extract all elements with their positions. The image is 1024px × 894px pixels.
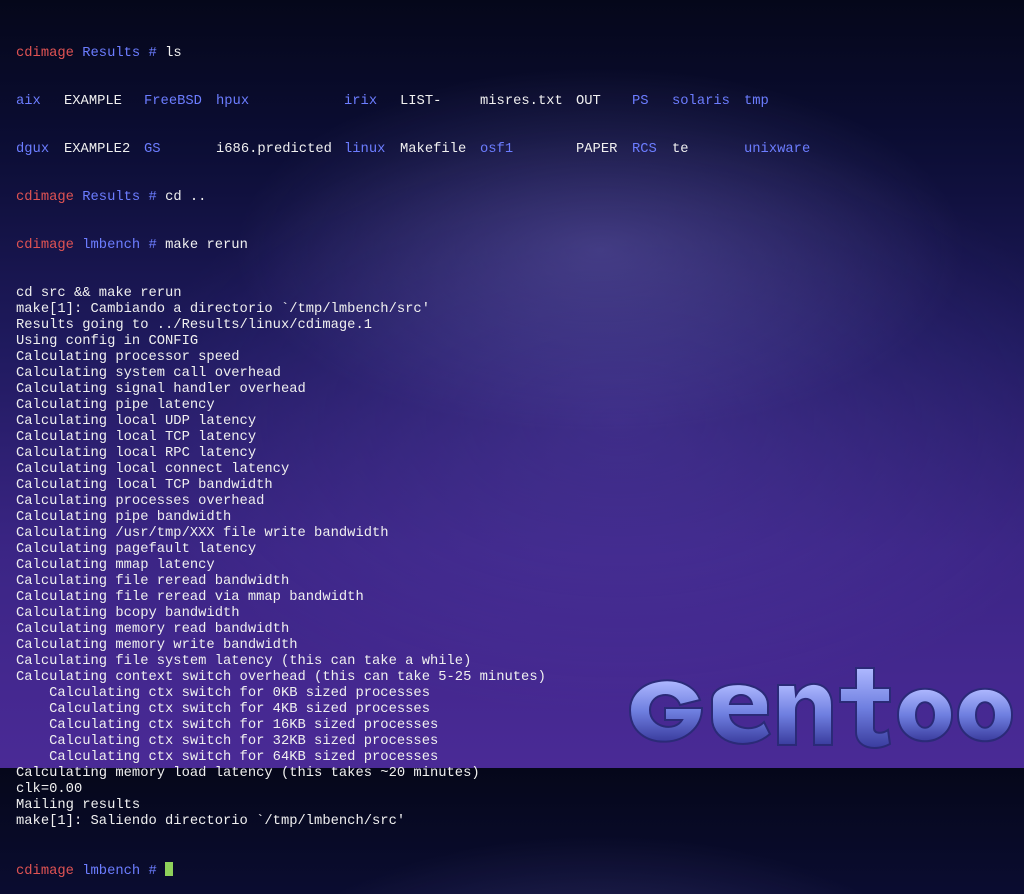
ls-directory-entry: FreeBSD xyxy=(144,94,202,109)
output-line: Calculating local UDP latency xyxy=(16,414,257,429)
output-line: Calculating system call overhead xyxy=(16,366,281,381)
ls-directory-entry: hpux xyxy=(216,94,250,109)
prompt-symbol: # xyxy=(148,864,157,879)
output-line: Calculating local connect latency xyxy=(16,462,290,477)
prompt-command: make rerun xyxy=(165,238,248,253)
output-line: Calculating local TCP bandwidth xyxy=(16,478,273,493)
prompt-command: ls xyxy=(165,46,182,61)
text-cursor[interactable] xyxy=(165,862,174,876)
output-line: clk=0.00 xyxy=(16,782,83,797)
output-line: Calculating bcopy bandwidth xyxy=(16,606,240,621)
output-line: Calculating memory write bandwidth xyxy=(16,638,298,653)
output-line: cd src && make rerun xyxy=(16,286,182,301)
output-line: Mailing results xyxy=(16,798,141,813)
output-line: Calculating memory load latency (this ta… xyxy=(16,766,480,781)
ls-output-row: aix EXAMPLE FreeBSD hpux irix LIST-misres.txt… xyxy=(16,94,1016,110)
logo-glyphs xyxy=(628,667,1014,749)
ls-directory-entry: aix xyxy=(16,94,41,109)
output-line: make[1]: Cambiando a directorio `/tmp/lm… xyxy=(16,302,430,317)
prompt-line: cdimage Results # cd .. xyxy=(16,190,1016,206)
output-line: Calculating file reread via mmap bandwid… xyxy=(16,590,364,605)
prompt-command: cd .. xyxy=(165,190,207,205)
ls-directory-entry: linux xyxy=(344,142,386,157)
output-line: Calculating memory read bandwidth xyxy=(16,622,290,637)
ls-file-entry: EXAMPLE2 xyxy=(64,142,131,157)
output-line: make[1]: Saliendo directorio `/tmp/lmben… xyxy=(16,814,406,829)
prompt-directory: lmbench xyxy=(82,864,141,879)
output-line: Calculating local RPC latency xyxy=(16,446,257,461)
ls-directory-entry: RCS xyxy=(632,142,657,157)
output-line: Calculating pagefault latency xyxy=(16,542,257,557)
ls-file-entry: PAPER xyxy=(576,142,618,157)
output-line: Calculating /usr/tmp/XXX file write band… xyxy=(16,526,389,541)
ls-directory-entry: unixware xyxy=(744,142,811,157)
ls-directory-entry: PS xyxy=(632,94,649,109)
prompt-line: cdimage lmbench # make rerun xyxy=(16,238,1016,254)
ls-directory-entry: GS xyxy=(144,142,161,157)
ls-directory-entry: solaris xyxy=(672,94,730,109)
output-line: Calculating pipe latency xyxy=(16,398,215,413)
output-line: Results going to ../Results/linux/cdimag… xyxy=(16,318,373,333)
ls-directory-entry: osf1 xyxy=(480,142,514,157)
ls-file-entry: Makefile xyxy=(400,142,467,157)
gentoo-logo xyxy=(628,667,1014,749)
output-line: Calculating pipe bandwidth xyxy=(16,510,232,525)
prompt-hostname: cdimage xyxy=(16,46,74,61)
output-line: Calculating file reread bandwidth xyxy=(16,574,290,589)
ls-file-entry: misres.txt xyxy=(480,94,563,109)
output-line: Using config in CONFIG xyxy=(16,334,199,349)
output-line: Calculating mmap latency xyxy=(16,558,215,573)
prompt-directory: lmbench xyxy=(82,238,141,253)
ls-file-entry: EXAMPLE xyxy=(64,94,122,109)
ls-file-entry: te xyxy=(672,142,689,157)
ls-file-entry: OUT xyxy=(576,94,601,109)
output-line: Calculating processor speed xyxy=(16,350,240,365)
desktop: { "colors": { "hostname": "#e05353", "di… xyxy=(0,0,1024,879)
prompt-line: cdimage Results # ls xyxy=(16,46,1016,62)
prompt-directory: Results xyxy=(82,46,141,61)
terminal-output[interactable]: cdimage Results # ls aix EXAMPLE FreeBSD hp… xyxy=(16,14,1016,894)
prompt-hostname: cdimage xyxy=(16,864,74,879)
prompt-symbol: # xyxy=(148,46,157,61)
ls-file-entry: i686.predicted xyxy=(216,142,332,157)
prompt-line-active[interactable]: cdimage lmbench # xyxy=(16,862,1016,879)
ls-file-entry: LIST- xyxy=(400,94,442,109)
ls-directory-entry: irix xyxy=(344,94,378,109)
prompt-hostname: cdimage xyxy=(16,238,74,253)
prompt-directory: Results xyxy=(82,190,141,205)
output-line: Calculating processes overhead xyxy=(16,494,265,509)
output-line: Calculating signal handler overhead xyxy=(16,382,306,397)
prompt-hostname: cdimage xyxy=(16,190,74,205)
prompt-symbol: # xyxy=(148,238,157,253)
ls-directory-entry: tmp xyxy=(744,94,769,109)
ls-output-row: dgux EXAMPLE2 GS i686.predicted linux Makefil… xyxy=(16,142,1016,158)
output-line: Calculating local TCP latency xyxy=(16,430,257,445)
ls-directory-entry: dgux xyxy=(16,142,50,157)
prompt-symbol: # xyxy=(148,190,157,205)
